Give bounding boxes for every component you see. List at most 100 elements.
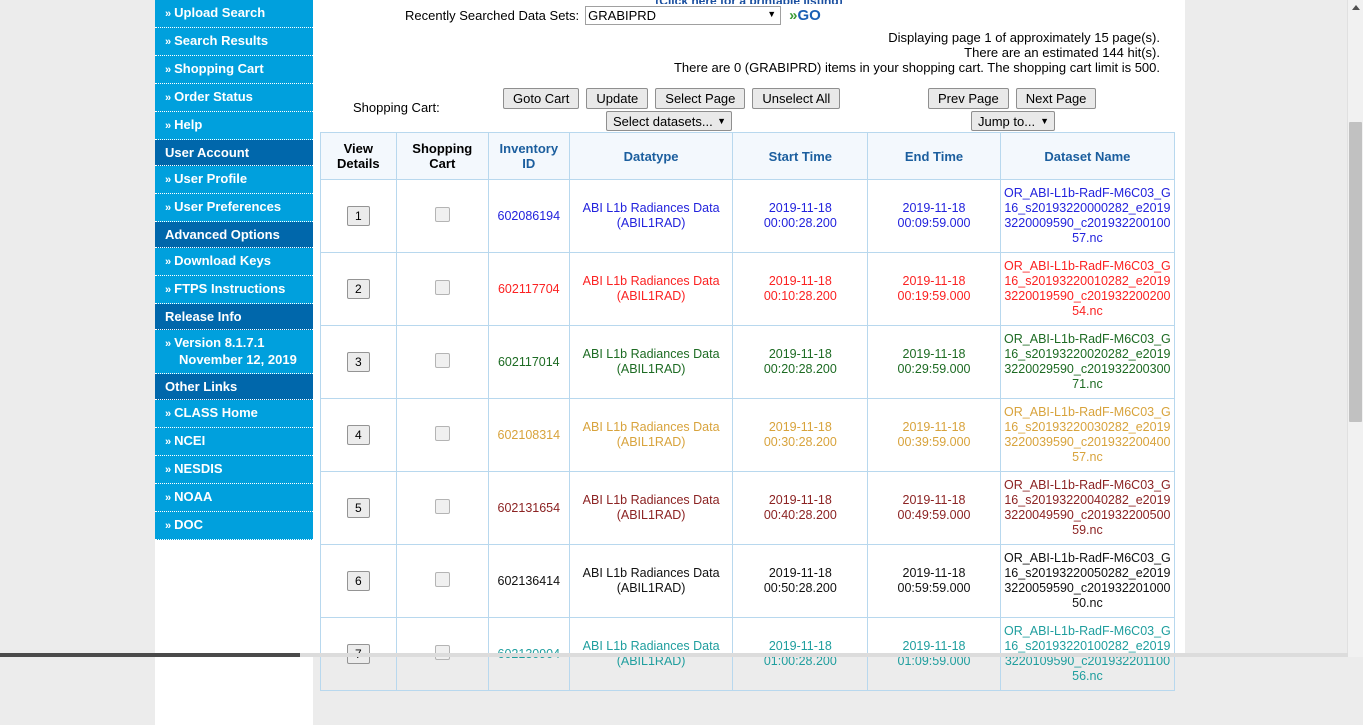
dataset-name-link[interactable]: OR_ABI-L1b-RadF-M6C03_G16_s2019322000028…	[1004, 186, 1171, 245]
table-row: 2 602117704 ABI L1b Radiances Data (ABIL1RA…	[320, 252, 1176, 326]
go-button[interactable]: »GO	[789, 7, 821, 24]
cell-view-details: 5	[320, 471, 397, 545]
view-details-button[interactable]: 2	[346, 279, 370, 299]
sidebar-item-label: User Profile	[174, 171, 248, 186]
datatype-name: ABI L1b Radiances Data	[582, 347, 720, 361]
sidebar-item-user-preferences[interactable]: » User Preferences	[155, 194, 313, 222]
sidebar-item-help[interactable]: » Help	[155, 112, 313, 140]
printable-listing-link[interactable]: (Click here for a printable listing)	[313, 0, 1185, 4]
datatype-name: ABI L1b Radiances Data	[582, 201, 720, 215]
cell-end-time: 2019-11-18 00:19:59.000	[867, 252, 1001, 326]
horizontal-scrollbar-thumb[interactable]	[0, 653, 300, 657]
cart-checkbox[interactable]	[434, 279, 450, 295]
vertical-scrollbar-track[interactable]	[1347, 0, 1363, 657]
view-details-button[interactable]: 5	[346, 498, 370, 518]
jump-to-dropdown[interactable]: Jump to...	[971, 111, 1055, 131]
cell-inventory-id: 602117014	[487, 325, 570, 399]
sidebar-item-nesdis[interactable]: » NESDIS	[155, 456, 313, 484]
dataset-name-link[interactable]: OR_ABI-L1b-RadF-M6C03_G16_s2019322005028…	[1004, 551, 1171, 610]
view-details-button[interactable]: 3	[346, 352, 370, 372]
cart-checkbox[interactable]	[434, 425, 450, 441]
datatype-link[interactable]: ABI L1b Radiances Data (ABIL1RAD)	[573, 566, 730, 596]
cell-start-time: 2019-11-18 00:50:28.200	[732, 544, 869, 618]
next-page-button[interactable]: Next Page	[1015, 88, 1097, 109]
inventory-id-link[interactable]: 602131654	[498, 501, 561, 515]
sidebar-item-class-home[interactable]: » CLASS Home	[155, 400, 313, 428]
sidebar-item-noaa[interactable]: » NOAA	[155, 484, 313, 512]
sidebar-item-label: CLASS Home	[174, 405, 258, 420]
sidebar-item-order-status[interactable]: » Order Status	[155, 84, 313, 112]
sidebar-item-version-8-1-7-1[interactable]: » Version 8.1.7.1 November 12, 2019	[155, 330, 313, 374]
main-content: (Click here for a printable listing) Rec…	[313, 0, 1185, 691]
sidebar-item-download-keys[interactable]: » Download Keys	[155, 248, 313, 276]
cell-shopping-cart	[395, 252, 489, 326]
cell-datatype: ABI L1b Radiances Data (ABIL1RAD)	[568, 544, 734, 618]
sidebar-item-search-results[interactable]: » Search Results	[155, 28, 313, 56]
sidebar-item-upload-search[interactable]: » Upload Search	[155, 0, 313, 28]
datatype-name: ABI L1b Radiances Data	[582, 639, 720, 653]
sidebar-item-label: DOC	[174, 517, 204, 532]
cart-checkbox[interactable]	[434, 571, 450, 587]
view-details-button[interactable]: 6	[346, 571, 370, 591]
vertical-scrollbar-thumb[interactable]	[1349, 122, 1362, 422]
cell-dataset-name: OR_ABI-L1b-RadF-M6C03_G16_s2019322002028…	[999, 325, 1176, 399]
info-line-pages: Displaying page 1 of approximately 15 pa…	[888, 30, 1160, 45]
cell-start-time: 2019-11-18 00:00:28.200	[732, 179, 869, 253]
select-page-button[interactable]: Select Page	[655, 88, 746, 109]
prev-page-button[interactable]: Prev Page	[928, 88, 1009, 109]
datatype-link[interactable]: ABI L1b Radiances Data (ABIL1RAD)	[573, 274, 730, 304]
dataset-name-link[interactable]: OR_ABI-L1b-RadF-M6C03_G16_s2019322003028…	[1004, 405, 1171, 464]
cart-checkbox[interactable]	[434, 352, 450, 368]
datatype-link[interactable]: ABI L1b Radiances Data (ABIL1RAD)	[573, 420, 730, 450]
cart-checkbox[interactable]	[434, 644, 450, 660]
datatype-link[interactable]: ABI L1b Radiances Data (ABIL1RAD)	[573, 201, 730, 231]
sidebar-item-user-profile[interactable]: » User Profile	[155, 166, 313, 194]
scroll-up-button[interactable]	[1348, 0, 1363, 15]
view-details-button[interactable]: 4	[346, 425, 370, 445]
horizontal-scrollbar-track[interactable]	[0, 653, 1348, 657]
column-header-line1: Start Time	[768, 148, 832, 164]
end-time: 00:49:59.000	[897, 508, 971, 522]
end-time: 00:39:59.000	[897, 435, 971, 449]
inventory-id-link[interactable]: 602117014	[498, 355, 560, 369]
inventory-id-link[interactable]: 602108314	[498, 428, 561, 442]
sidebar-item-shopping-cart[interactable]: » Shopping Cart	[155, 56, 313, 84]
cart-checkbox[interactable]	[434, 498, 450, 514]
end-date: 2019-11-18	[902, 639, 966, 653]
datatype-link[interactable]: ABI L1b Radiances Data (ABIL1RAD)	[573, 493, 730, 523]
select-datasets-dropdown[interactable]: Select datasets...	[606, 111, 732, 131]
datatype-name: ABI L1b Radiances Data	[582, 420, 720, 434]
inventory-id-link[interactable]: 602086194	[498, 209, 561, 223]
view-details-button[interactable]: 1	[346, 206, 370, 226]
column-header-inventory-id[interactable]: Inventory ID	[487, 132, 570, 180]
start-date: 2019-11-18	[768, 201, 832, 215]
dataset-name-link[interactable]: OR_ABI-L1b-RadF-M6C03_G16_s2019322004028…	[1004, 478, 1171, 537]
unselect-all-button[interactable]: Unselect All	[752, 88, 841, 109]
end-date: 2019-11-18	[902, 493, 966, 507]
column-header-dataset-name[interactable]: Dataset Name	[999, 132, 1176, 180]
sidebar-item-label: Search Results	[174, 33, 269, 48]
cart-checkbox[interactable]	[434, 206, 450, 222]
update-button[interactable]: Update	[586, 88, 649, 109]
sidebar-item-ncei[interactable]: » NCEI	[155, 428, 313, 456]
table-row: 4 602108314 ABI L1b Radiances Data (ABIL1RA…	[320, 398, 1176, 472]
sidebar-item-ftps-instructions[interactable]: » FTPS Instructions	[155, 276, 313, 304]
column-header-end-time[interactable]: End Time	[867, 132, 1001, 180]
column-header-datatype[interactable]: Datatype	[568, 132, 734, 180]
cell-dataset-name: OR_ABI-L1b-RadF-M6C03_G16_s2019322003028…	[999, 398, 1176, 472]
dataset-name-link[interactable]: OR_ABI-L1b-RadF-M6C03_G16_s2019322002028…	[1004, 332, 1171, 391]
sidebar-item-doc[interactable]: » DOC	[155, 512, 313, 540]
chevron-right-icon: »	[165, 436, 171, 448]
pagination-button-group: Prev Page Next Page	[928, 88, 1097, 109]
column-header-start-time[interactable]: Start Time	[732, 132, 869, 180]
recently-searched-select[interactable]: GRABIPRD	[585, 6, 782, 25]
sidebar-section-label: Advanced Options	[165, 227, 280, 242]
dataset-name-link[interactable]: OR_ABI-L1b-RadF-M6C03_G16_s2019322001028…	[1004, 259, 1171, 318]
inventory-id-link[interactable]: 602136414	[498, 574, 561, 588]
datatype-link[interactable]: ABI L1b Radiances Data (ABIL1RAD)	[573, 347, 730, 377]
goto-cart-button[interactable]: Goto Cart	[503, 88, 580, 109]
cell-inventory-id: 602131654	[487, 471, 570, 545]
chevron-right-icon: »	[165, 174, 171, 186]
cell-end-time: 2019-11-18 00:49:59.000	[867, 471, 1001, 545]
inventory-id-link[interactable]: 602117704	[498, 282, 560, 296]
